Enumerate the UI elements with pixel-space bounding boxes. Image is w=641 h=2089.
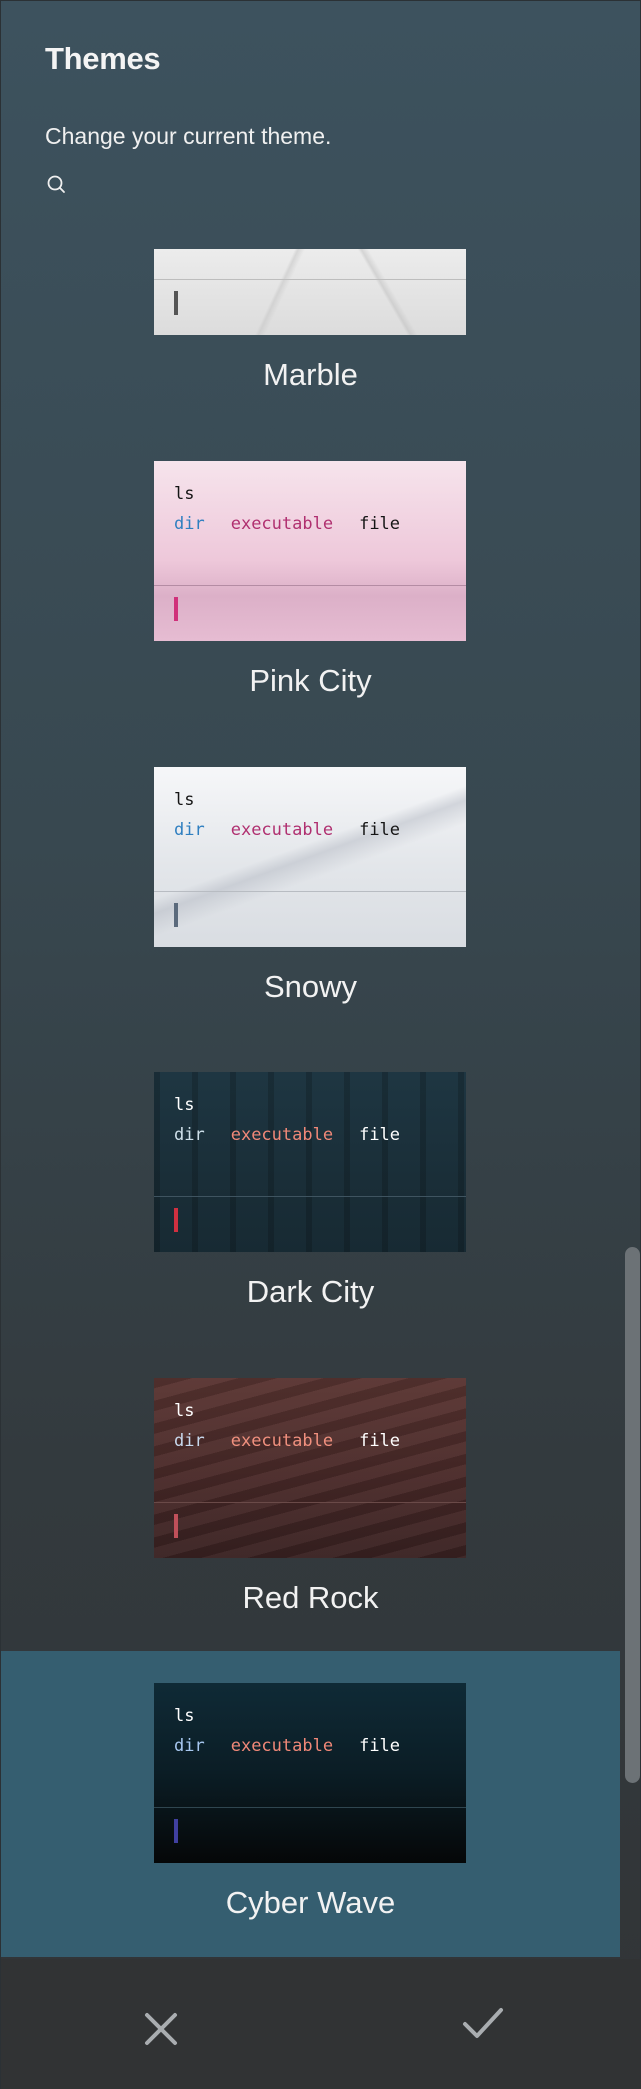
dialog-header: Themes bbox=[45, 41, 161, 77]
terminal-executable: executable bbox=[230, 514, 334, 534]
terminal-dir: dir bbox=[174, 820, 205, 840]
terminal-file: file bbox=[359, 1736, 401, 1756]
cursor bbox=[174, 597, 178, 621]
terminal-executable: executable bbox=[230, 1736, 334, 1756]
terminal-executable: executable bbox=[230, 820, 334, 840]
terminal-file: file bbox=[359, 514, 401, 534]
theme-name: Dark City bbox=[246, 1274, 375, 1309]
terminal-file: file bbox=[359, 1431, 401, 1451]
themes-dialog: Themes Change your current theme. Marble… bbox=[0, 0, 641, 2089]
theme-name: Pink City bbox=[249, 663, 372, 698]
cursor bbox=[174, 1819, 178, 1843]
theme-name: Snowy bbox=[263, 969, 358, 1004]
cursor bbox=[174, 291, 178, 315]
terminal-command: ls bbox=[174, 1095, 195, 1115]
theme-option-dark-city[interactable]: ls dir executable file Dark City bbox=[1, 1054, 620, 1360]
cursor bbox=[174, 903, 178, 927]
terminal-command: ls bbox=[174, 1706, 195, 1726]
theme-preview: ls dir executable file bbox=[154, 1072, 466, 1252]
terminal-command: ls bbox=[174, 790, 195, 810]
dialog-title: Themes bbox=[45, 41, 161, 76]
scrollbar-thumb[interactable] bbox=[625, 1247, 640, 1783]
cursor bbox=[174, 1208, 178, 1232]
terminal-preview: ls dir executable file bbox=[174, 1090, 426, 1150]
search-button[interactable] bbox=[45, 173, 67, 195]
terminal-preview: ls dir executable file bbox=[174, 479, 426, 539]
terminal-file: file bbox=[359, 820, 401, 840]
terminal-command: ls bbox=[174, 484, 195, 504]
close-icon bbox=[145, 2013, 177, 2045]
theme-name: Cyber Wave bbox=[225, 1885, 396, 1920]
terminal-dir: dir bbox=[174, 1431, 205, 1451]
theme-name: Marble bbox=[263, 357, 358, 392]
terminal-dir: dir bbox=[174, 1736, 205, 1756]
terminal-executable: executable bbox=[230, 1125, 334, 1145]
theme-option-cyber-wave[interactable]: ls dir executable file Cyber Wave bbox=[1, 1651, 620, 1957]
terminal-preview: ls dir executable file bbox=[174, 1701, 426, 1761]
theme-option-pink-city[interactable]: ls dir executable file Pink City bbox=[1, 443, 620, 749]
confirm-button[interactable] bbox=[453, 1993, 513, 2053]
theme-preview: ls dir executable file bbox=[154, 767, 466, 947]
cancel-button[interactable] bbox=[131, 1999, 191, 2059]
dialog-subtitle: Change your current theme. bbox=[45, 123, 332, 149]
terminal-executable: executable bbox=[230, 1431, 334, 1451]
theme-name: Red Rock bbox=[242, 1580, 379, 1615]
check-icon bbox=[463, 2008, 503, 2038]
terminal-file: file bbox=[359, 1125, 401, 1145]
terminal-command: ls bbox=[174, 1401, 195, 1421]
cursor bbox=[174, 1514, 178, 1538]
theme-option-snowy[interactable]: ls dir executable file Snowy bbox=[1, 749, 620, 1055]
terminal-dir: dir bbox=[174, 514, 205, 534]
terminal-dir: dir bbox=[174, 1125, 205, 1145]
theme-preview: ls dir executable file bbox=[154, 1683, 466, 1863]
dialog-footer bbox=[1, 1959, 641, 2089]
terminal-preview: ls dir executable file bbox=[174, 1396, 426, 1456]
theme-option-red-rock[interactable]: ls dir executable file Red Rock bbox=[1, 1360, 620, 1666]
theme-preview bbox=[154, 249, 466, 335]
terminal-preview: ls dir executable file bbox=[174, 785, 426, 845]
theme-preview: ls dir executable file bbox=[154, 461, 466, 641]
theme-preview: ls dir executable file bbox=[154, 1378, 466, 1558]
search-icon bbox=[47, 175, 65, 193]
